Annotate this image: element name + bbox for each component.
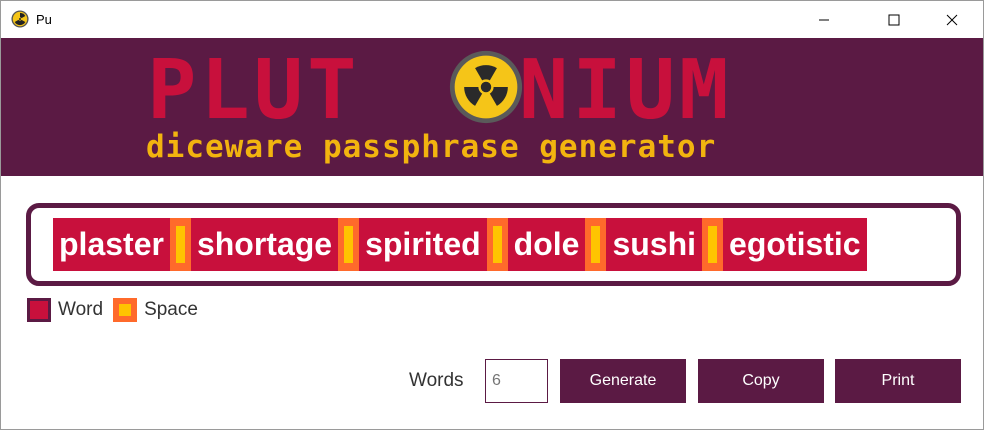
- app-window: Pu PLUT NIUM diceware passphrase generat…: [0, 0, 984, 430]
- logo-text-left: PLUT: [147, 43, 361, 138]
- maximize-icon: [888, 14, 900, 25]
- close-icon: [946, 14, 958, 25]
- space-swatch: [113, 298, 138, 322]
- tagline: diceware passphrase generator: [146, 129, 717, 165]
- passphrase-space: [486, 218, 508, 271]
- window-title: Pu: [36, 12, 52, 27]
- passphrase-word: plaster: [53, 218, 170, 271]
- passphrase-word: egotistic: [723, 218, 867, 271]
- title-bar[interactable]: Pu: [1, 1, 983, 38]
- passphrase-word: spirited: [359, 218, 487, 271]
- copy-button[interactable]: Copy: [698, 359, 824, 403]
- radiation-icon: [449, 50, 523, 124]
- word-swatch: [27, 298, 51, 322]
- close-button[interactable]: [929, 1, 975, 38]
- passphrase-word: sushi: [606, 218, 703, 271]
- passphrase-display: plaster shortage spirited dole sushi ego…: [26, 203, 961, 286]
- header-banner: PLUT NIUM diceware passphrase generator: [1, 38, 983, 176]
- passphrase-space: [585, 218, 607, 271]
- passphrase-space: [169, 218, 191, 271]
- logo-text-right: NIUM: [519, 43, 733, 138]
- words-label: Words: [409, 370, 464, 391]
- legend-space-label: Space: [144, 299, 198, 320]
- minimize-button[interactable]: [801, 1, 847, 38]
- legend-word-label: Word: [58, 299, 104, 320]
- maximize-button[interactable]: [871, 1, 917, 38]
- passphrase-row: plaster shortage spirited dole sushi ego…: [53, 218, 867, 271]
- passphrase-word: dole: [507, 218, 586, 271]
- radiation-icon: [11, 10, 29, 28]
- legend: Word Space: [27, 297, 208, 323]
- print-button[interactable]: Print: [835, 359, 961, 403]
- passphrase-space: [702, 218, 724, 271]
- passphrase-space: [338, 218, 360, 271]
- generate-button[interactable]: Generate: [560, 359, 686, 403]
- word-count-input[interactable]: [485, 359, 548, 403]
- passphrase-word: shortage: [190, 218, 339, 271]
- minimize-icon: [819, 19, 829, 20]
